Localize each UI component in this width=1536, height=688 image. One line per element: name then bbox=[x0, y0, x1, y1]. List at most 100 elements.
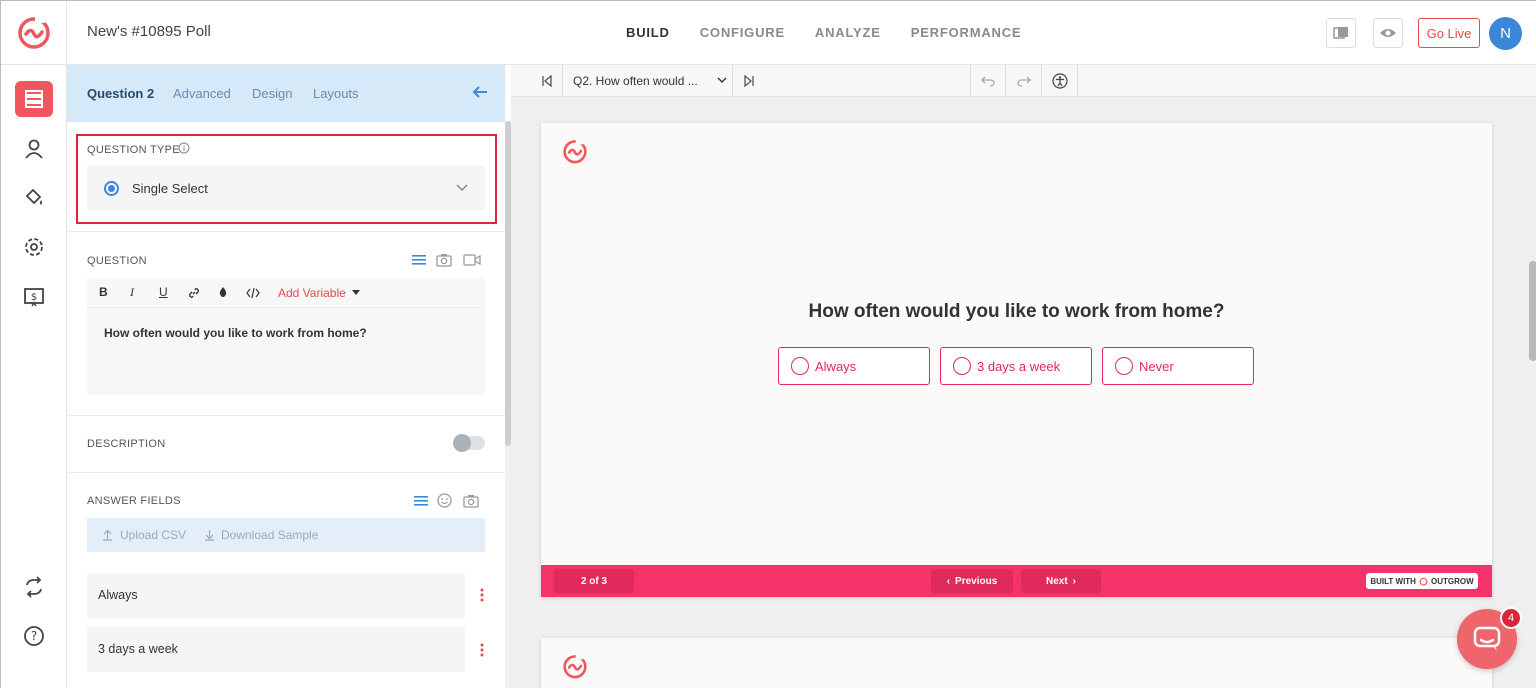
answer-field[interactable]: Always bbox=[87, 573, 465, 618]
nav-configure[interactable]: CONFIGURE bbox=[700, 25, 785, 40]
emoji-icon[interactable] bbox=[437, 493, 452, 508]
divider bbox=[67, 231, 505, 232]
upload-csv-button[interactable]: Upload CSV bbox=[120, 528, 186, 542]
duplicate-button[interactable] bbox=[1326, 18, 1356, 48]
option-3-days-a-week[interactable]: 3 days a week bbox=[940, 347, 1092, 385]
undo-button[interactable] bbox=[970, 65, 1006, 97]
align-icon[interactable] bbox=[412, 254, 426, 266]
tab-question[interactable]: Question 2 bbox=[87, 86, 154, 101]
camera-icon[interactable] bbox=[463, 494, 479, 508]
outgrow-logo-icon bbox=[563, 138, 587, 164]
nav-build[interactable]: BUILD bbox=[626, 25, 670, 40]
video-icon[interactable] bbox=[463, 253, 481, 267]
option-never[interactable]: Never bbox=[1102, 347, 1254, 385]
outgrow-logo-icon[interactable] bbox=[15, 13, 53, 51]
question-type-value: Single Select bbox=[132, 181, 208, 196]
first-question-button[interactable] bbox=[531, 65, 562, 97]
option-always[interactable]: Always bbox=[778, 347, 930, 385]
kebab-menu-icon[interactable] bbox=[479, 642, 485, 658]
chevron-down-icon bbox=[456, 184, 468, 192]
download-sample-button[interactable]: Download Sample bbox=[221, 528, 318, 542]
preview-question: How often would you like to work from ho… bbox=[808, 301, 1225, 322]
go-live-button[interactable]: Go Live bbox=[1418, 18, 1480, 48]
underline-button[interactable]: U bbox=[159, 285, 168, 299]
gear-icon bbox=[25, 238, 43, 256]
kebab-menu-icon[interactable] bbox=[479, 587, 485, 603]
card-footer: 2 of 3 ‹ Previous Next › BUILT WITH OUTG… bbox=[541, 565, 1492, 597]
redo-button[interactable] bbox=[1006, 65, 1042, 97]
rail-build[interactable] bbox=[15, 81, 53, 117]
svg-text:?: ? bbox=[31, 629, 37, 643]
layout-icon bbox=[25, 90, 43, 108]
preview-toolbar: Q2. How often would ... bbox=[511, 65, 1536, 97]
copy-icon bbox=[1333, 27, 1348, 39]
question-type-label: QUESTION TYPE bbox=[87, 144, 180, 156]
option-label: 3 days a week bbox=[977, 359, 1061, 374]
undo-icon bbox=[981, 76, 995, 87]
user-avatar[interactable]: N bbox=[1489, 17, 1522, 50]
rail-pricing[interactable]: $ bbox=[15, 279, 53, 315]
previous-label: Previous bbox=[955, 575, 998, 587]
description-toggle[interactable] bbox=[453, 434, 485, 452]
rail-leads[interactable] bbox=[15, 131, 53, 167]
last-question-button[interactable] bbox=[733, 65, 764, 97]
question-selector[interactable]: Q2. How often would ... bbox=[562, 65, 733, 97]
question-type-select[interactable]: Single Select bbox=[87, 166, 485, 210]
rail-sync[interactable] bbox=[15, 569, 53, 605]
panel-tabs: Question 2 Advanced Design Layouts bbox=[67, 65, 505, 122]
back-arrow-icon[interactable] bbox=[471, 83, 489, 101]
add-variable-button[interactable]: Add Variable bbox=[278, 286, 346, 300]
radio-icon bbox=[104, 181, 119, 196]
previous-button[interactable]: ‹ Previous bbox=[931, 569, 1013, 593]
refresh-icon bbox=[26, 576, 42, 598]
question-editor[interactable]: How often would you like to work from ho… bbox=[87, 308, 485, 395]
rail-design[interactable] bbox=[15, 179, 53, 215]
code-icon[interactable] bbox=[246, 287, 260, 299]
nav-performance[interactable]: PERFORMANCE bbox=[911, 25, 1022, 40]
radio-icon bbox=[791, 357, 809, 375]
divider bbox=[67, 415, 505, 416]
outgrow-logo-icon bbox=[1419, 577, 1428, 586]
main-nav: BUILD CONFIGURE ANALYZE PERFORMANCE bbox=[626, 25, 1021, 40]
top-header: New's #10895 Poll BUILD CONFIGURE ANALYZ… bbox=[1, 1, 1536, 65]
tab-design[interactable]: Design bbox=[252, 86, 292, 101]
tab-advanced[interactable]: Advanced bbox=[173, 86, 231, 101]
rail-settings[interactable] bbox=[15, 229, 53, 265]
next-preview-card bbox=[541, 638, 1492, 688]
camera-icon[interactable] bbox=[436, 253, 452, 267]
chat-icon bbox=[1473, 626, 1501, 651]
preview-scrollbar[interactable] bbox=[1529, 261, 1536, 361]
left-rail: $ ? bbox=[1, 65, 67, 688]
question-selector-text: Q2. How often would ... bbox=[573, 74, 698, 88]
skip-forward-icon bbox=[743, 75, 754, 87]
align-icon[interactable] bbox=[414, 495, 428, 507]
next-button[interactable]: Next › bbox=[1021, 569, 1101, 593]
accessibility-icon bbox=[1051, 73, 1068, 89]
color-drop-icon[interactable] bbox=[218, 286, 228, 298]
poll-title[interactable]: New's #10895 Poll bbox=[87, 23, 211, 40]
info-icon[interactable] bbox=[178, 142, 190, 154]
eye-icon bbox=[1380, 29, 1396, 37]
outgrow-logo-icon bbox=[563, 653, 587, 679]
question-text: How often would you like to work from ho… bbox=[104, 326, 367, 340]
rail-help[interactable]: ? bbox=[15, 618, 53, 654]
download-icon bbox=[205, 530, 214, 541]
dollar-screen-icon: $ bbox=[24, 288, 44, 307]
divider bbox=[67, 472, 505, 473]
preview-area: Q2. How often would ... How often would … bbox=[511, 65, 1536, 688]
accessibility-button[interactable] bbox=[1042, 65, 1078, 97]
user-icon bbox=[25, 139, 43, 159]
chevron-left-icon: ‹ bbox=[946, 575, 951, 587]
built-with-badge[interactable]: BUILT WITH OUTGROW bbox=[1366, 573, 1478, 589]
bold-button[interactable]: B bbox=[99, 285, 108, 299]
nav-analyze[interactable]: ANALYZE bbox=[815, 25, 881, 40]
italic-button[interactable]: I bbox=[130, 285, 134, 300]
tab-layouts[interactable]: Layouts bbox=[313, 86, 359, 101]
preview-button[interactable] bbox=[1373, 18, 1403, 48]
link-icon[interactable] bbox=[188, 287, 200, 299]
header-divider bbox=[66, 1, 67, 65]
radio-icon bbox=[953, 357, 971, 375]
answer-field[interactable]: 3 days a week bbox=[87, 627, 465, 672]
chevron-down-icon bbox=[717, 77, 727, 83]
page-indicator: 2 of 3 bbox=[554, 569, 634, 593]
